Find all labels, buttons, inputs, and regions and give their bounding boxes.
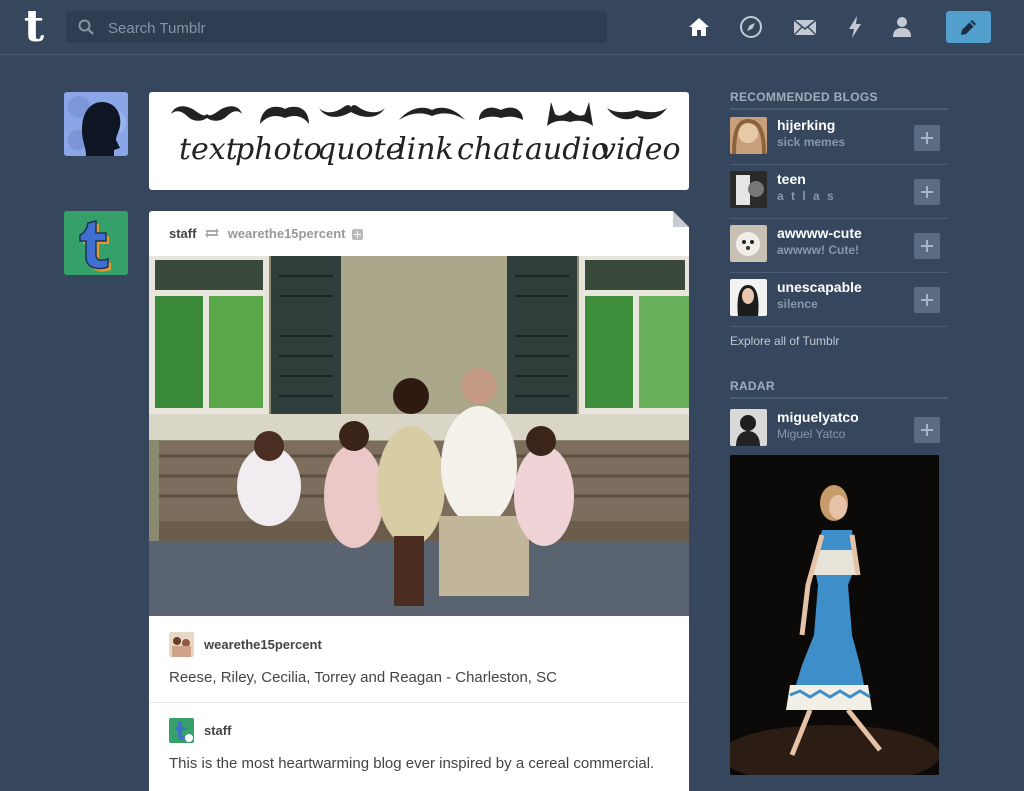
- blog-name[interactable]: unescapable: [777, 279, 862, 295]
- post-type-chat[interactable]: chat: [457, 132, 523, 167]
- blog-avatar[interactable]: [730, 225, 767, 262]
- follow-plus-icon[interactable]: [914, 179, 940, 205]
- mustache-chat-icon: [479, 107, 523, 120]
- runway-model-image: [730, 455, 939, 775]
- recommended-blog-item[interactable]: unescapable silence: [730, 274, 948, 327]
- recommended-blog-item[interactable]: hijerking sick memes: [730, 112, 948, 165]
- activity-icon[interactable]: [842, 14, 868, 40]
- blog-avatar-image: [730, 279, 767, 316]
- radar-blog-name[interactable]: miguelyatco: [777, 409, 859, 425]
- source-avatar[interactable]: [169, 632, 194, 657]
- account-icon[interactable]: [889, 14, 915, 40]
- recommended-blog-item[interactable]: teen a t l a s: [730, 166, 948, 219]
- blog-avatar[interactable]: [730, 279, 767, 316]
- inbox-icon[interactable]: [792, 14, 818, 40]
- blog-avatar[interactable]: [730, 117, 767, 154]
- reblog-icon: [205, 228, 220, 238]
- blog-name[interactable]: hijerking: [777, 117, 835, 133]
- follow-plus-icon[interactable]: [914, 125, 940, 151]
- blog-name[interactable]: teen: [777, 171, 806, 187]
- post-type-audio[interactable]: audio: [525, 132, 609, 167]
- recommended-blog-item[interactable]: awwww-cute awwww! Cute!: [730, 220, 948, 273]
- follow-plus-icon[interactable]: [914, 233, 940, 259]
- compose-button[interactable]: [946, 11, 991, 43]
- blog-avatar-image: [730, 117, 767, 154]
- dashboard-post: staff wearethe15percent wearethe15percen…: [149, 211, 689, 791]
- post-type-link[interactable]: link: [397, 132, 454, 167]
- commenter-name[interactable]: staff: [204, 723, 231, 738]
- search-box[interactable]: [66, 11, 607, 45]
- post-divider: [149, 702, 689, 703]
- source-blog-name[interactable]: wearethe15percent: [204, 637, 322, 652]
- search-icon: [78, 19, 94, 35]
- family-photo-image: [149, 256, 689, 616]
- radar-avatar-image: [730, 409, 767, 446]
- explore-link[interactable]: Explore all of Tumblr: [730, 334, 839, 348]
- reblog-source-link[interactable]: wearethe15percent: [228, 226, 346, 241]
- post-fold-corner: [673, 211, 689, 227]
- staff-logo-icon: [64, 211, 128, 275]
- commenter-avatar[interactable]: [169, 718, 194, 743]
- radar-avatar[interactable]: [730, 409, 767, 446]
- post-type-text[interactable]: text: [179, 132, 238, 167]
- mustache-video-icon: [607, 108, 667, 120]
- blog-avatar-image: [730, 171, 767, 208]
- mustache-quote-icon: [319, 105, 385, 117]
- post-type-quote[interactable]: quote: [317, 132, 403, 167]
- pencil-icon: [961, 20, 976, 35]
- follow-plus-icon[interactable]: [352, 229, 364, 240]
- explore-icon[interactable]: [738, 14, 764, 40]
- search-input[interactable]: [106, 11, 590, 45]
- post-caption: Reese, Riley, Cecilia, Torrey and Reagan…: [169, 669, 557, 686]
- blog-subtitle: a t l a s: [777, 189, 836, 203]
- source-avatar-image: [169, 632, 194, 657]
- user-silhouette-icon: [64, 92, 128, 156]
- follow-plus-icon[interactable]: [914, 417, 940, 443]
- post-header: staff wearethe15percent: [169, 226, 364, 244]
- mustache-photo-icon: [260, 106, 309, 124]
- follow-plus-icon[interactable]: [914, 287, 940, 313]
- radar-title: RADAR: [730, 379, 948, 399]
- post-photo[interactable]: [149, 256, 689, 616]
- top-navbar: t: [0, 0, 1024, 55]
- tumblr-logo[interactable]: t: [17, 5, 51, 49]
- blog-name[interactable]: awwww-cute: [777, 225, 862, 241]
- mustache-text-icon: [171, 106, 242, 121]
- radar-blog-subtitle: Miguel Yatco: [777, 427, 846, 441]
- blog-subtitle: sick memes: [777, 135, 846, 149]
- blog-avatar[interactable]: [730, 171, 767, 208]
- blog-avatar-image: [730, 225, 767, 262]
- post-author-link[interactable]: staff: [169, 226, 196, 241]
- post-body-text: This is the most heartwarming blog ever …: [169, 755, 655, 772]
- user-avatar[interactable]: [64, 92, 128, 156]
- post-type-selector: text photo quote link chat audio video: [149, 92, 689, 190]
- radar-photo[interactable]: [730, 455, 939, 775]
- recommended-blogs-title: RECOMMENDED BLOGS: [730, 90, 948, 110]
- mustache-audio-icon: [547, 102, 593, 126]
- blog-subtitle: awwww! Cute!: [777, 243, 860, 257]
- staff-mini-icon: [169, 718, 194, 743]
- mustache-link-icon: [399, 107, 465, 120]
- blog-subtitle: silence: [777, 297, 818, 311]
- radar-blog-item[interactable]: miguelyatco Miguel Yatco: [730, 404, 948, 452]
- staff-avatar[interactable]: [64, 211, 128, 275]
- home-icon[interactable]: [686, 14, 712, 40]
- post-type-video[interactable]: video: [599, 132, 681, 167]
- post-type-photo[interactable]: photo: [235, 132, 322, 167]
